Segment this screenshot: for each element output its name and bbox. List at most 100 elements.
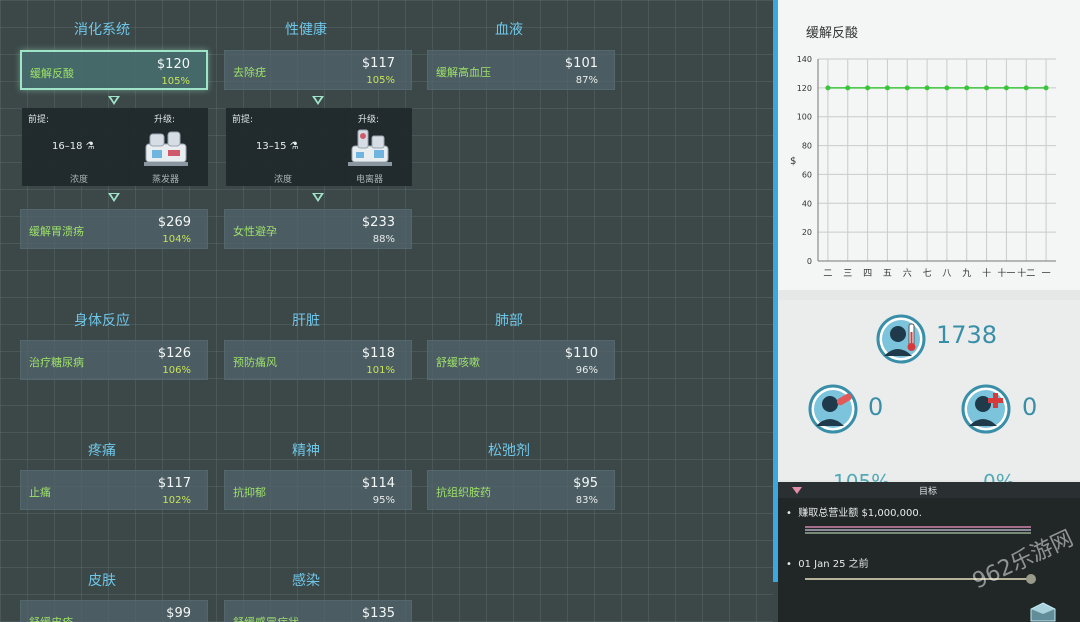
product-price: $101 bbox=[564, 56, 598, 71]
data-point bbox=[984, 85, 990, 91]
product-name: 舒缓皮疹 bbox=[29, 614, 73, 622]
product-name: 缓解高血压 bbox=[436, 66, 491, 79]
product-card[interactable]: 缓解胃溃疡 $269 104% bbox=[20, 209, 208, 249]
product-name: 去除疣 bbox=[233, 66, 266, 79]
product-name: 缓解胃溃疡 bbox=[29, 225, 84, 238]
flask-icon: ⚗ bbox=[289, 141, 299, 152]
data-point bbox=[865, 85, 871, 91]
product-price: $110 bbox=[564, 346, 598, 361]
product-card[interactable]: 抗抑郁 $114 95% bbox=[224, 470, 412, 510]
product-card[interactable]: 缓解高血压 $101 87% bbox=[427, 50, 615, 90]
product-price: $117 bbox=[157, 476, 191, 491]
category-title-relaxant: 松弛剂 bbox=[488, 443, 530, 459]
x-tick-label: 十一 bbox=[997, 267, 1015, 279]
data-point bbox=[1003, 85, 1009, 91]
product-card[interactable]: 女性避孕 $233 88% bbox=[224, 209, 412, 249]
x-tick-label: 二 bbox=[823, 269, 832, 279]
category-title-skin: 皮肤 bbox=[88, 573, 116, 589]
y-tick-label: 80 bbox=[802, 142, 812, 151]
y-tick-label: 60 bbox=[802, 170, 812, 179]
y-tick-label: 140 bbox=[797, 55, 812, 64]
collapse-triangle-icon[interactable] bbox=[792, 487, 802, 494]
upgrade-label: 升级: bbox=[154, 115, 176, 125]
y-tick-label: 40 bbox=[802, 199, 812, 208]
down-arrow-icon bbox=[312, 193, 324, 202]
product-price: $99 bbox=[166, 606, 191, 621]
x-tick-label: 十 bbox=[982, 267, 991, 279]
down-arrow-icon bbox=[108, 96, 120, 105]
price-line-chart: 0 20 40 60 80 100 120 140 二 三 四 五 六七八 九十十一 十二 一 $ bbox=[790, 55, 1056, 279]
data-point bbox=[924, 85, 930, 91]
product-percent: 96% bbox=[575, 365, 598, 376]
category-title-liver: 肝脏 bbox=[292, 313, 320, 329]
patient-medical-cross-avatar-icon bbox=[961, 384, 1011, 434]
product-price: $233 bbox=[361, 215, 395, 230]
product-card[interactable]: 抗组织胺药 $95 83% bbox=[427, 470, 615, 510]
y-tick-label: 20 bbox=[802, 228, 812, 237]
x-tick-label: 七 bbox=[923, 268, 932, 279]
product-price: $269 bbox=[157, 215, 191, 230]
cube-logo-icon bbox=[1030, 602, 1056, 622]
product-name: 舒缓感冒症状 bbox=[233, 614, 299, 622]
product-card[interactable]: 舒缓咳嗽 $110 96% bbox=[427, 340, 615, 380]
x-tick-label: 四 bbox=[863, 269, 872, 279]
product-name: 止痛 bbox=[29, 486, 51, 499]
x-tick-label: 八 bbox=[942, 269, 951, 279]
concentration-range: 13–15 ⚗ bbox=[256, 141, 299, 152]
product-name: 预防痛风 bbox=[233, 356, 277, 369]
ionizer-machine-icon bbox=[348, 129, 392, 166]
category-title-body-reaction: 身体反应 bbox=[74, 313, 130, 329]
product-card[interactable]: 舒缓皮疹 $99 bbox=[20, 600, 208, 622]
product-card[interactable]: 预防痛风 $118 101% bbox=[224, 340, 412, 380]
side-panel: 缓解反酸 0 20 40 60 80 100 120 140 二三四五六七八九十十一 十二一 $ 1… bbox=[778, 0, 1080, 622]
down-arrow-icon bbox=[312, 96, 324, 105]
category-title-mental: 精神 bbox=[292, 443, 320, 459]
y-tick-label: 120 bbox=[797, 84, 812, 93]
product-percent: 104% bbox=[162, 234, 191, 245]
x-tick-label: 六 bbox=[903, 267, 912, 279]
product-percent: 101% bbox=[366, 365, 395, 376]
goal-revenue: • 赚取总营业额 $1,000,000. bbox=[786, 508, 922, 519]
data-point bbox=[944, 85, 950, 91]
product-name: 缓解反酸 bbox=[30, 67, 74, 80]
product-grid: 消化系统 性健康 血液 身体反应 肝脏 肺部 疼痛 精神 松弛剂 皮肤 感染 缓… bbox=[0, 0, 773, 622]
upgrade-label: 升级: bbox=[358, 115, 380, 125]
data-point bbox=[1043, 85, 1049, 91]
product-card[interactable]: 去除疣 $117 105% bbox=[224, 50, 412, 90]
category-title-infection: 感染 bbox=[292, 573, 320, 589]
product-card[interactable]: 治疗糖尿病 $126 106% bbox=[20, 340, 208, 380]
product-price: $95 bbox=[573, 476, 598, 491]
price-chart-panel: 缓解反酸 0 20 40 60 80 100 120 140 二三四五六七八九十十一 十二一 $ bbox=[778, 0, 1080, 290]
data-point bbox=[884, 85, 890, 91]
product-card[interactable]: 舒缓感冒症状 $135 bbox=[224, 600, 412, 622]
x-tick-label: 五 bbox=[883, 269, 892, 279]
goals-header[interactable]: 目标 bbox=[778, 482, 1080, 498]
product-percent: 105% bbox=[366, 75, 395, 86]
category-title-blood: 血液 bbox=[495, 22, 523, 38]
down-arrow-icon bbox=[108, 193, 120, 202]
machine-name: 电离器 bbox=[356, 175, 384, 185]
machine-name: 蒸发器 bbox=[152, 175, 180, 185]
data-point bbox=[825, 85, 831, 91]
requirement-panel[interactable]: 前提: 升级: 16–18 ⚗ 浓度 蒸发器 bbox=[22, 108, 208, 186]
pill-count: 0 bbox=[868, 393, 884, 421]
product-name: 抗组织胺药 bbox=[436, 486, 491, 499]
product-name: 女性避孕 bbox=[233, 225, 277, 238]
y-axis-label: $ bbox=[790, 156, 796, 167]
product-name: 舒缓咳嗽 bbox=[436, 356, 480, 369]
x-tick-label: 一 bbox=[1042, 269, 1051, 279]
product-price: $117 bbox=[361, 56, 395, 71]
goals-title: 目标 bbox=[919, 487, 938, 497]
product-name: 治疗糖尿病 bbox=[29, 356, 84, 369]
flask-icon: ⚗ bbox=[85, 141, 95, 152]
x-tick-label: 九 bbox=[962, 268, 971, 279]
cross-count: 0 bbox=[1022, 393, 1038, 421]
requirement-panel[interactable]: 前提: 升级: 13–15 ⚗ 浓度 电离器 bbox=[226, 108, 412, 186]
product-price: $126 bbox=[157, 346, 191, 361]
product-percent: 87% bbox=[575, 75, 598, 86]
data-point bbox=[845, 85, 851, 91]
y-tick-label: 0 bbox=[807, 257, 812, 266]
product-card[interactable]: 缓解反酸 $120 105% bbox=[20, 50, 208, 90]
category-title-sexual-health: 性健康 bbox=[285, 22, 327, 38]
product-card[interactable]: 止痛 $117 102% bbox=[20, 470, 208, 510]
